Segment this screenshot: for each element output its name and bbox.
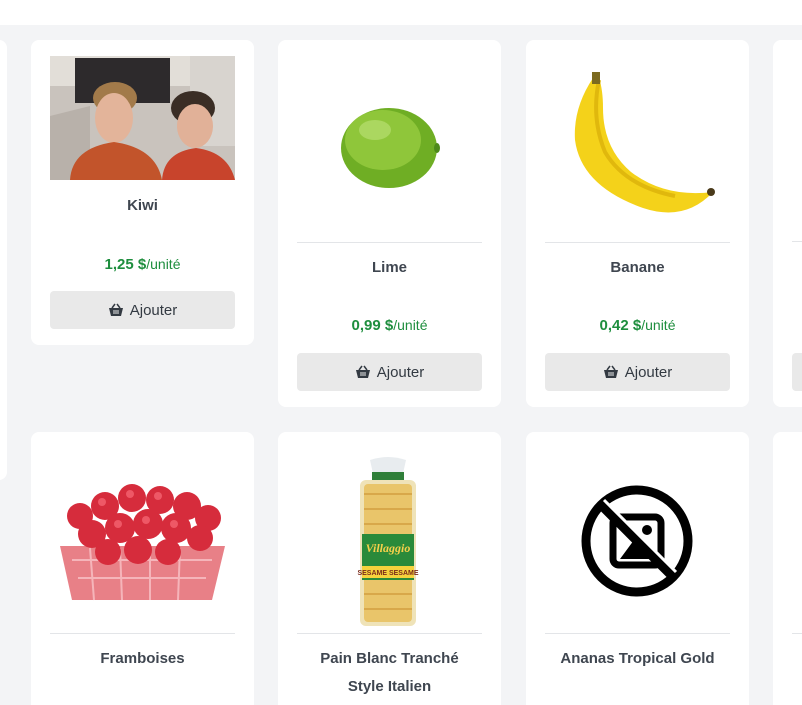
product-image-lime bbox=[297, 80, 482, 200]
product-name: Banane bbox=[610, 259, 665, 276]
add-button-label: Ajouter bbox=[376, 363, 425, 381]
bread-brand: Villaggio bbox=[366, 541, 411, 555]
product-price: 1,25 $/unité bbox=[31, 256, 254, 273]
price-unit: /unité bbox=[393, 317, 428, 333]
add-button-label: Ajouter bbox=[624, 363, 673, 381]
partial-product-card-right-2 bbox=[773, 432, 802, 705]
product-image-kiwi bbox=[50, 56, 235, 180]
product-price: 0,42 $/unité bbox=[526, 317, 749, 334]
partial-product-card-left bbox=[0, 40, 7, 480]
product-name: Pain Blanc Tranché Style Italien bbox=[320, 650, 459, 695]
price-amount: 1,25 $ bbox=[104, 256, 147, 273]
product-card-framboises[interactable]: Framboises bbox=[31, 432, 254, 705]
no-image-icon bbox=[580, 482, 695, 600]
product-name: Lime bbox=[371, 259, 407, 276]
add-button-label: Ajouter bbox=[129, 301, 178, 319]
product-price: 0,99 $/unité bbox=[278, 317, 501, 334]
product-image-framboises bbox=[50, 468, 235, 608]
price-amount: 0,99 $ bbox=[351, 317, 394, 334]
product-card-banane[interactable]: Banane 0,42 $/unité Ajouter bbox=[526, 40, 749, 407]
product-name: Kiwi bbox=[127, 197, 158, 214]
product-card-ananas[interactable]: Ananas Tropical Gold bbox=[526, 432, 749, 705]
price-unit: /unité bbox=[641, 317, 676, 333]
product-card-kiwi[interactable]: Kiwi 1,25 $/unité Ajouter bbox=[31, 40, 254, 345]
card-divider bbox=[297, 633, 482, 634]
price-amount: 0,42 $ bbox=[599, 317, 642, 334]
card-divider bbox=[545, 242, 730, 243]
product-name: Ananas Tropical Gold bbox=[560, 650, 715, 667]
card-divider bbox=[50, 633, 235, 634]
partial-product-card-right bbox=[773, 40, 802, 407]
bread-flavor: SESAME SESAME bbox=[357, 570, 418, 577]
product-card-lime[interactable]: Lime 0,99 $/unité Ajouter bbox=[278, 40, 501, 407]
price-unit: /unité bbox=[146, 256, 181, 272]
card-divider bbox=[297, 242, 482, 243]
product-image-banane bbox=[545, 68, 730, 228]
product-card-pain-blanc[interactable]: Villaggio SESAME SESAME Pain Blanc Tranc… bbox=[278, 432, 501, 705]
basket-icon bbox=[108, 303, 123, 316]
add-to-cart-button-kiwi[interactable]: Ajouter bbox=[50, 291, 235, 329]
product-image-pain-blanc: Villaggio SESAME SESAME bbox=[338, 454, 438, 630]
basket-icon bbox=[355, 365, 370, 378]
card-divider bbox=[545, 633, 730, 634]
add-to-cart-button-lime[interactable]: Ajouter bbox=[297, 353, 482, 391]
product-name: Framboises bbox=[100, 650, 185, 667]
basket-icon bbox=[603, 365, 618, 378]
add-to-cart-button-banane[interactable]: Ajouter bbox=[545, 353, 730, 391]
